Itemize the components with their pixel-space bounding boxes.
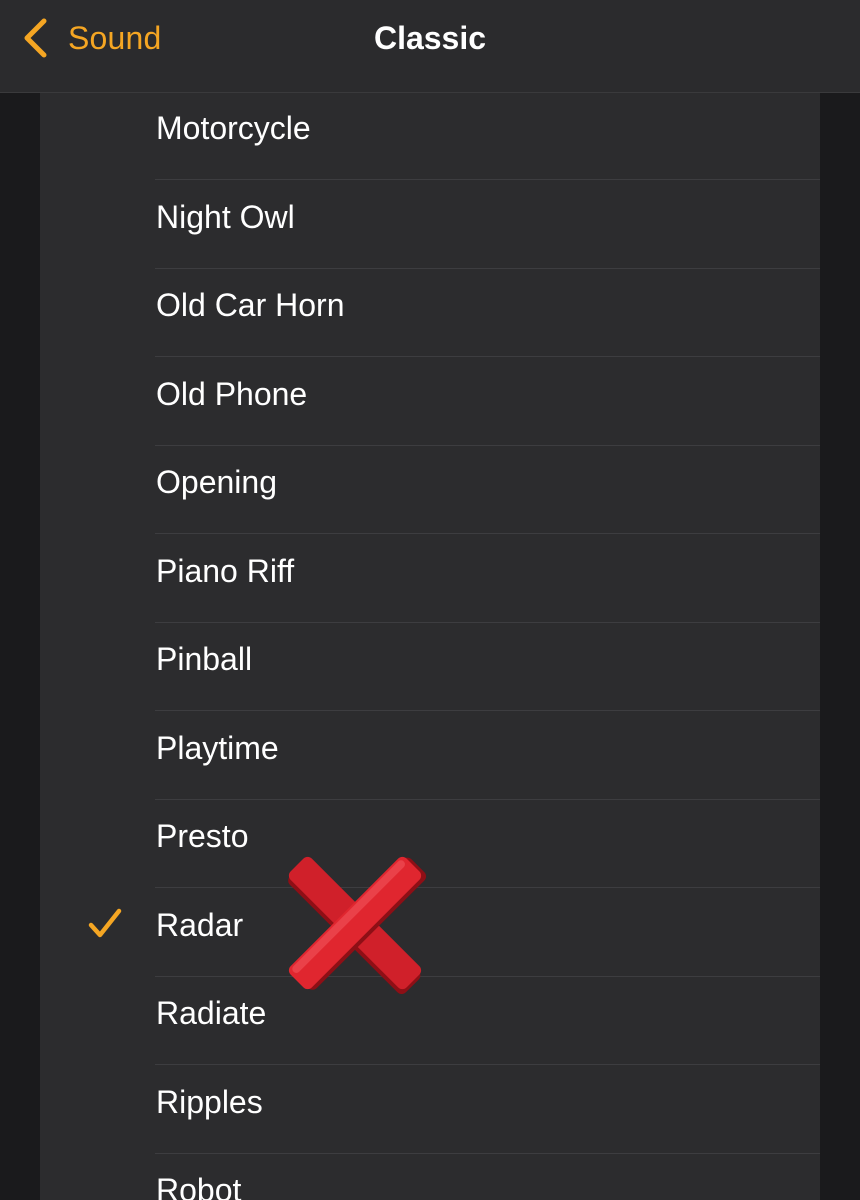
sound-row-label: Playtime [156,729,279,766]
page-title: Classic [373,20,487,56]
sound-row-label: Piano Riff [156,552,295,589]
sound-row-pinball[interactable]: Pinball [40,623,820,711]
sound-row-robot[interactable]: Robot [40,1154,820,1200]
sound-row-label: Radar [156,906,244,943]
sound-row-opening[interactable]: Opening [40,446,820,534]
sound-row-motorcycle[interactable]: Motorcycle [40,93,820,180]
sound-row-night-owl[interactable]: Night Owl [40,181,820,269]
sound-row-label: Ripples [156,1083,263,1120]
sound-picker-screen: Sound Classic Motorcycle Night Owl Old Car… [0,0,860,1200]
sound-row-label: Opening [156,464,277,500]
sound-list: Motorcycle Night Owl Old Car Horn Old Phone… [40,93,820,1200]
sound-row-presto[interactable]: Presto [40,800,820,888]
checkmark-icon [88,908,122,937]
sound-row-label: Pinball [156,641,253,677]
sound-row-old-phone[interactable]: Old Phone [40,358,820,446]
sound-row-label: Motorcycle [156,110,311,146]
sound-row-ripples[interactable]: Ripples [40,1066,820,1154]
sound-row-label: Night Owl [156,198,295,235]
red-x-mark-icon [288,856,427,994]
sound-row-label: Presto [156,818,249,854]
sound-row-label: Old Phone [156,375,308,412]
sound-row-label: Old Car Horn [156,287,345,323]
sound-row-playtime[interactable]: Playtime [40,712,820,800]
sound-row-old-car-horn[interactable]: Old Car Horn [40,269,820,357]
sound-row-radiate[interactable]: Radiate [40,977,820,1065]
navigation-bar: Sound Classic [0,0,860,93]
sound-row-piano-riff[interactable]: Piano Riff [40,535,820,623]
sound-row-radar[interactable]: Radar [40,889,820,977]
sound-row-label: Radiate [156,995,267,1031]
sound-row-label: Robot [156,1172,242,1200]
